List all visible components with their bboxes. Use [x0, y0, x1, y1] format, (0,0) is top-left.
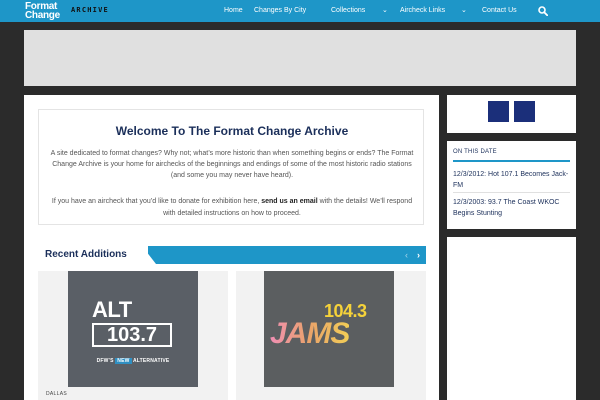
page-title: Welcome To The Format Change Archive	[115, 124, 349, 138]
welcome-box: Welcome To The Format Change Archive A s…	[38, 109, 424, 225]
tagline-after: ALTERNATIVE	[132, 358, 170, 364]
widget-title: ON THIS DATE	[453, 149, 497, 155]
tagline-highlight: NEW	[115, 358, 132, 364]
main-content: Welcome To The Format Change Archive A s…	[24, 95, 439, 400]
on-this-date-item[interactable]: 12/3/2003: 93.7 The Coast WKOC Begins St…	[453, 197, 571, 219]
logo-number: 103.7	[106, 324, 158, 346]
recent-card[interactable]: 104.3 JAMS	[236, 271, 426, 400]
donate-text-before: If you have an aircheck that you’d like …	[51, 198, 260, 205]
recent-additions-title: Recent Additions	[45, 249, 127, 260]
station-logo-jams[interactable]: 104.3 JAMS	[264, 271, 394, 387]
logo-word: ALT	[92, 297, 132, 322]
social-icon[interactable]	[488, 101, 509, 122]
tagline-before: DFW’S	[96, 358, 114, 364]
recent-additions-header: Recent Additions ‹ ›	[38, 246, 426, 264]
nav-contact-us[interactable]: Contact Us	[482, 0, 517, 22]
nav-aircheck-links[interactable]: Aircheck Links	[400, 0, 445, 22]
recent-card[interactable]: ALT 103.7 DFW’S NEW ALTERNATIVE DALLAS	[38, 271, 228, 400]
logo-tagline: DFW’S NEW ALTERNATIVE	[86, 358, 180, 364]
widget-title-rule	[453, 160, 570, 162]
chevron-down-icon[interactable]: ⌄	[461, 0, 467, 22]
header-stripe	[142, 246, 426, 264]
donate-text: If you have an aircheck that you’d like …	[49, 196, 415, 220]
nav-home[interactable]: Home	[224, 0, 243, 22]
chevron-left-icon[interactable]: ‹	[401, 249, 412, 261]
social-icon[interactable]	[514, 101, 535, 122]
nav-changes-by-city[interactable]: Changes By City	[254, 0, 306, 22]
station-logo-alt[interactable]: ALT 103.7 DFW’S NEW ALTERNATIVE	[68, 271, 198, 387]
on-this-date-widget: ON THIS DATE 12/3/2012: Hot 107.1 Become…	[447, 141, 576, 229]
nav-collections[interactable]: Collections	[331, 0, 365, 22]
main-nav: Home Changes By City Collections ⌄ Airch…	[0, 0, 600, 22]
chevron-right-icon[interactable]: ›	[413, 249, 424, 261]
on-this-date-item[interactable]: 12/3/2012: Hot 107.1 Becomes Jack-FM	[453, 169, 571, 191]
logo-word: JAMS	[270, 317, 350, 350]
intro-text: A site dedicated to format changes? Why …	[50, 150, 414, 179]
search-icon[interactable]	[538, 6, 548, 16]
sidebar-widget	[447, 237, 576, 400]
email-link[interactable]: send us an email	[261, 198, 317, 205]
top-nav-bar: Format Change ARCHIVE Home Changes By Ci…	[0, 0, 600, 22]
chevron-down-icon[interactable]: ⌄	[382, 0, 388, 22]
ad-banner	[24, 30, 576, 86]
card-city-label[interactable]: DALLAS	[46, 391, 67, 397]
social-box	[447, 95, 576, 133]
divider	[453, 192, 570, 193]
